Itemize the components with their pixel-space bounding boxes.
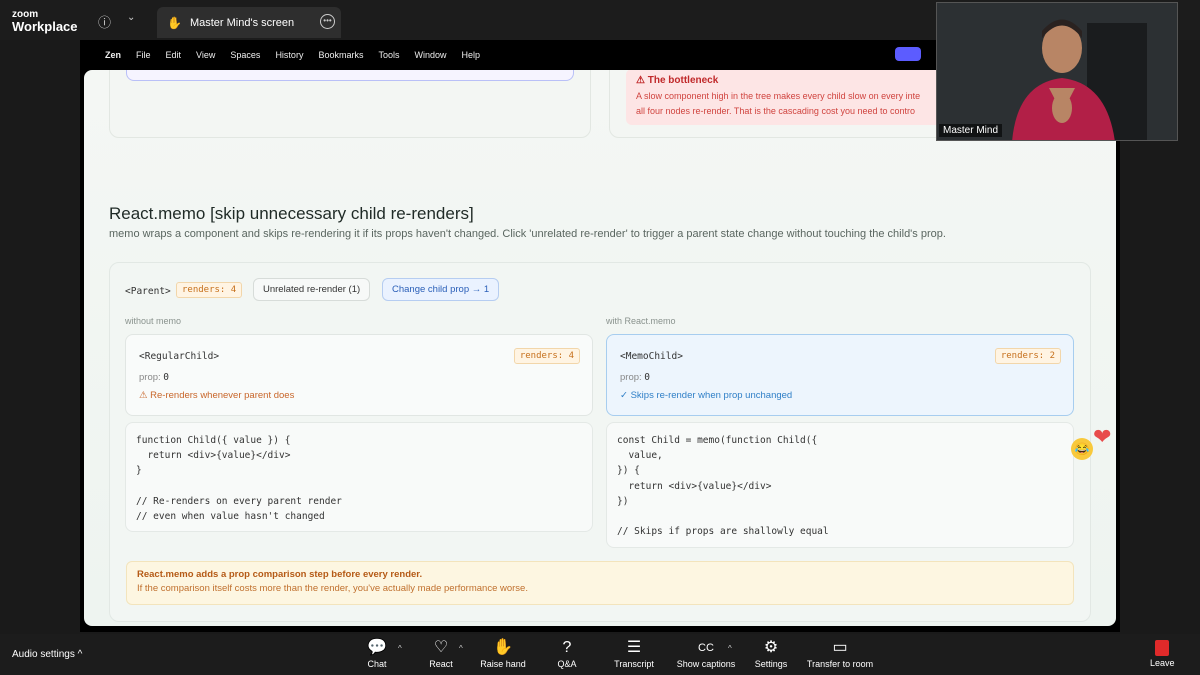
audio-settings-button[interactable]: Audio settings ^	[12, 649, 82, 660]
memo-code-block: const Child = memo(function Child({ valu…	[606, 422, 1074, 548]
regular-child-card: <RegularChild> renders: 4 prop: 0 ⚠ Re-r…	[125, 334, 593, 416]
gear-icon: ⚙	[763, 639, 779, 656]
heart-reaction: ❤	[1093, 424, 1112, 449]
audio-settings-label: Audio settings	[12, 649, 75, 660]
section-title: React.memo [skip unnecessary child re-re…	[109, 204, 474, 223]
more-options-icon[interactable]: •••	[320, 14, 335, 29]
browser-content: ⚠ The bottleneck A slow component high i…	[84, 70, 1116, 626]
settings-button[interactable]: ⚙ Settings	[752, 639, 790, 669]
regular-prop-value: 0	[163, 372, 170, 383]
regular-renders-badge: renders: 4	[513, 348, 580, 364]
memo-prop-label: prop:	[620, 372, 642, 383]
hand-icon: ✋	[167, 15, 182, 30]
raise-hand-button[interactable]: ✋ Raise hand	[478, 639, 528, 669]
transcript-label: Transcript	[614, 659, 654, 669]
chevron-down-icon[interactable]: ⌄	[127, 12, 135, 23]
leave-button[interactable]: Leave	[1150, 639, 1175, 668]
qa-button[interactable]: ? Q&A	[553, 639, 581, 669]
menu-help[interactable]: Help	[462, 50, 481, 60]
hand-icon: ✋	[493, 639, 513, 656]
chat-caret-icon[interactable]: ^	[398, 644, 402, 653]
menu-history[interactable]: History	[275, 50, 303, 60]
menu-edit[interactable]: Edit	[166, 50, 182, 60]
participant-video[interactable]: Master Mind	[936, 2, 1178, 141]
parent-tag: <Parent>	[125, 286, 171, 297]
show-captions-label: Show captions	[676, 659, 736, 669]
transcript-button[interactable]: ☰ Transcript	[612, 639, 656, 669]
change-child-prop-button[interactable]: Change child prop → 1	[382, 278, 500, 301]
menu-tools[interactable]: Tools	[378, 50, 399, 60]
chat-label: Chat	[367, 659, 387, 669]
menu-spaces[interactable]: Spaces	[230, 50, 260, 60]
menu-view[interactable]: View	[196, 50, 215, 60]
participant-name: Master Mind	[939, 124, 1003, 137]
unrelated-rerender-button[interactable]: Unrelated re-render (1)	[253, 278, 371, 301]
zoom-logo: zoom Workplace	[12, 10, 78, 34]
info-icon[interactable]: ⓘ	[98, 12, 111, 31]
transfer-to-room-button[interactable]: ▭ Transfer to room	[805, 639, 875, 669]
zoom-toolbar: Audio settings ^ 💬 Chat ^ ♡ React ^ ✋ Ra…	[0, 634, 1200, 675]
warning-title: React.memo adds a prop comparison step b…	[137, 569, 423, 580]
share-tab-label: Master Mind's screen	[189, 16, 295, 29]
captions-caret-icon[interactable]: ^	[728, 644, 732, 653]
qa-label: Q&A	[557, 659, 577, 669]
participant-avatar	[937, 3, 1177, 140]
leave-icon	[1155, 640, 1170, 656]
parent-renders-badge: renders: 4	[176, 282, 243, 298]
logo-line2: Workplace	[12, 19, 78, 34]
without-memo-label: without memo	[125, 316, 182, 326]
chat-icon: 💬	[367, 639, 387, 656]
tree-demo-card	[109, 70, 591, 138]
memo-child-card: <MemoChild> renders: 2 prop: 0 ✓ Skips r…	[606, 334, 1074, 416]
memo-prop-value: 0	[644, 372, 651, 383]
question-icon: ?	[562, 639, 572, 656]
regular-prop: prop: 0	[139, 372, 169, 383]
transfer-icon: ▭	[832, 639, 848, 656]
regular-code-block: function Child({ value }) { return <div>…	[125, 422, 593, 532]
status-menu-icon[interactable]	[895, 47, 921, 61]
react-label: React	[429, 659, 453, 669]
regular-prop-label: prop:	[139, 372, 161, 383]
react-caret-icon[interactable]: ^	[459, 644, 463, 653]
chevron-up-icon: ^	[77, 649, 83, 660]
with-memo-label: with React.memo	[606, 316, 676, 326]
menu-app-name[interactable]: Zen	[105, 50, 121, 60]
menu-window[interactable]: Window	[414, 50, 446, 60]
regular-child-name: <RegularChild>	[139, 351, 220, 362]
memo-demo-card: <Parent> renders: 4 Unrelated re-render …	[109, 262, 1091, 622]
transfer-label: Transfer to room	[806, 659, 874, 669]
chat-button[interactable]: 💬 Chat	[362, 639, 392, 669]
memo-cost-warning: React.memo adds a prop comparison step b…	[126, 561, 1074, 605]
regular-warning-note: ⚠ Re-renders whenever parent does	[139, 390, 295, 401]
memo-child-name: <MemoChild>	[620, 351, 683, 362]
react-button[interactable]: ♡ React	[426, 639, 456, 669]
memo-success-note: ✓ Skips re-render when prop unchanged	[620, 390, 793, 401]
section-subtitle: memo wraps a component and skips re-rend…	[109, 228, 946, 240]
memo-prop: prop: 0	[620, 372, 650, 383]
menu-bookmarks[interactable]: Bookmarks	[318, 50, 363, 60]
laughing-emoji-reaction: 😂	[1071, 438, 1093, 460]
transcript-icon: ☰	[626, 639, 642, 656]
raise-hand-label: Raise hand	[480, 659, 526, 669]
tree-demo-box	[126, 70, 574, 81]
leave-label: Leave	[1150, 658, 1175, 668]
screen-share-tab[interactable]: ✋ Master Mind's screen •••	[157, 7, 341, 38]
settings-label: Settings	[754, 659, 788, 669]
memo-renders-badge: renders: 2	[994, 348, 1061, 364]
heart-icon: ♡	[433, 639, 449, 656]
warning-body: If the comparison itself costs more than…	[137, 583, 528, 594]
menu-file[interactable]: File	[136, 50, 151, 60]
